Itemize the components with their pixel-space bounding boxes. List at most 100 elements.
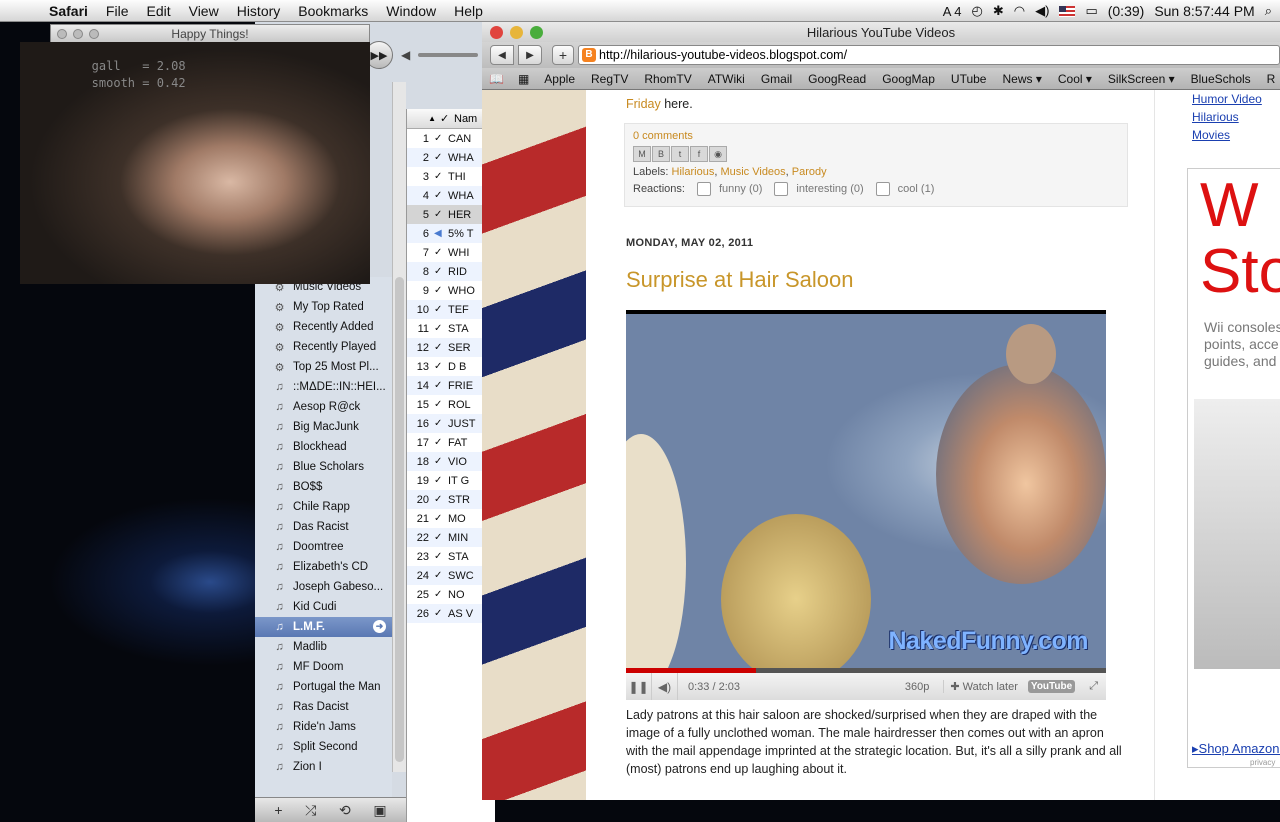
track-checkbox[interactable]: ✓ — [434, 190, 448, 201]
menu-window[interactable]: Window — [377, 3, 445, 19]
post-title[interactable]: Surprise at Hair Saloon — [626, 267, 1126, 293]
watch-later-button[interactable]: ✚ Watch later — [943, 680, 1018, 693]
facebook-share-icon[interactable]: f — [690, 146, 708, 162]
time-machine-icon[interactable]: ◴ — [972, 3, 983, 19]
bookmark-item[interactable]: Gmail — [753, 72, 800, 86]
sidebar-item[interactable]: ♫ Madlib — [255, 637, 392, 657]
bookmark-item[interactable]: RhomTV — [636, 72, 699, 86]
video-frame[interactable]: NakedFunny.com — [626, 314, 1106, 668]
privacy-link[interactable]: privacy — [1250, 758, 1275, 767]
volume-slider[interactable] — [418, 53, 479, 57]
menu-help[interactable]: Help — [445, 3, 492, 19]
sidebar-item[interactable]: ♫ Big MacJunk — [255, 417, 392, 437]
sidebar-item[interactable]: ♫ Blue Scholars — [255, 457, 392, 477]
hilarious-movies-link[interactable]: Hilarious Movies — [1192, 108, 1280, 144]
url-field[interactable]: B http://hilarious-youtube-videos.blogsp… — [578, 45, 1280, 65]
track-checkbox[interactable]: ✓ — [434, 456, 448, 467]
now-playing-speaker-icon[interactable]: ◀ — [434, 228, 448, 239]
menu-view[interactable]: View — [180, 3, 228, 19]
zoom-button[interactable] — [89, 29, 99, 39]
check-column-icon[interactable]: ✓ — [440, 112, 454, 125]
arrow-link-icon[interactable]: ➜ — [373, 620, 386, 633]
bookmark-item[interactable]: Apple — [536, 72, 583, 86]
track-checkbox[interactable]: ✓ — [434, 513, 448, 524]
bookmark-item[interactable]: SilkScreen ▾ — [1100, 72, 1183, 86]
reading-list-icon[interactable]: 📖 — [482, 72, 511, 86]
sidebar-item[interactable]: ♫ L.M.F. ➜ — [255, 617, 392, 637]
sidebar-item[interactable]: ♫ Aesop R@ck — [255, 397, 392, 417]
label-link[interactable]: Music Videos — [720, 166, 785, 178]
bookmark-item[interactable]: News ▾ — [994, 72, 1049, 86]
track-checkbox[interactable]: ✓ — [434, 342, 448, 353]
bookmark-item[interactable]: GoogMap — [874, 72, 943, 86]
friday-link[interactable]: Friday — [626, 97, 661, 111]
reaction-checkbox[interactable] — [774, 182, 789, 196]
spotlight-search-icon[interactable]: ⌕ — [1265, 3, 1272, 19]
volume-icon[interactable]: ◀) — [1035, 3, 1049, 19]
menu-history[interactable]: History — [228, 3, 290, 19]
artwork-toggle-icon[interactable]: ▣ — [373, 802, 386, 819]
track-checkbox[interactable]: ✓ — [434, 304, 448, 315]
add-bookmark-button[interactable]: + — [552, 45, 574, 65]
track-checkbox[interactable]: ✓ — [434, 266, 448, 277]
track-checkbox[interactable]: ✓ — [434, 152, 448, 163]
sidebar-item[interactable]: ⚙ Recently Played — [255, 337, 392, 357]
bookmark-item[interactable]: GoogRead — [800, 72, 874, 86]
sidebar-item[interactable]: ♫ Blockhead — [255, 437, 392, 457]
sidebar-item[interactable]: ♫ Portugal the Man — [255, 677, 392, 697]
sidebar-item[interactable]: ⚙ Top 25 Most Pl... — [255, 357, 392, 377]
bookmark-item[interactable]: Cool ▾ — [1050, 72, 1100, 86]
sidebar-item[interactable]: ♫ Chile Rapp — [255, 497, 392, 517]
track-checkbox[interactable]: ✓ — [434, 532, 448, 543]
menu-app[interactable]: Safari — [40, 3, 97, 19]
repeat-icon[interactable]: ⟲ — [339, 802, 351, 819]
buzz-share-icon[interactable]: ◉ — [709, 146, 727, 162]
youtube-player[interactable]: NakedFunny.com ❚❚ ◀) 0:33 / 2:03 360p ✚ … — [626, 310, 1106, 700]
bookmark-item[interactable]: ATWiki — [700, 72, 753, 86]
wifi-icon[interactable]: ◠ — [1014, 3, 1025, 19]
track-checkbox[interactable]: ✓ — [434, 418, 448, 429]
menu-edit[interactable]: Edit — [137, 3, 179, 19]
adobe-icon[interactable]: A 4 — [943, 4, 962, 19]
reaction-checkbox[interactable] — [696, 182, 711, 196]
sort-arrow-icon[interactable]: ▲ — [407, 114, 440, 123]
sidebar-item[interactable]: ♫::MΔDE::IN::HEI... — [255, 377, 392, 397]
track-checkbox[interactable]: ✓ — [434, 209, 448, 220]
zoom-button[interactable] — [530, 26, 543, 39]
track-checkbox[interactable]: ✓ — [434, 247, 448, 258]
sidebar-item[interactable]: ♫ BO$$ — [255, 477, 392, 497]
sidebar-item[interactable]: ⚙ My Top Rated — [255, 297, 392, 317]
sidebar-scrollbar[interactable] — [392, 82, 406, 772]
track-checkbox[interactable]: ✓ — [434, 475, 448, 486]
track-checkbox[interactable]: ✓ — [434, 589, 448, 600]
pause-button[interactable]: ❚❚ — [626, 673, 652, 700]
input-flag-icon[interactable] — [1059, 5, 1076, 17]
humor-video-link[interactable]: Humor Video — [1192, 90, 1280, 108]
track-checkbox[interactable]: ✓ — [434, 551, 448, 562]
bookmark-item[interactable]: UTube — [943, 72, 995, 86]
track-checkbox[interactable]: ✓ — [434, 437, 448, 448]
forward-button[interactable]: ▶ — [518, 45, 542, 65]
menu-file[interactable]: File — [97, 3, 138, 19]
label-link[interactable]: Parody — [792, 166, 827, 178]
top-sites-icon[interactable]: ▦ — [511, 72, 536, 86]
minimize-button[interactable] — [510, 26, 523, 39]
sidebar-item[interactable]: ♫ MF Doom — [255, 657, 392, 677]
volume-button[interactable]: ◀) — [652, 673, 678, 700]
sidebar-item[interactable]: ♫ Zion I — [255, 757, 392, 777]
sidebar-item[interactable]: ♫ Doomtree — [255, 537, 392, 557]
reaction-checkbox[interactable] — [875, 182, 890, 196]
bookmark-item[interactable]: R — [1259, 72, 1280, 86]
quality-button[interactable]: 360p — [905, 681, 929, 693]
track-checkbox[interactable]: ✓ — [434, 494, 448, 505]
track-checkbox[interactable]: ✓ — [434, 399, 448, 410]
track-checkbox[interactable]: ✓ — [434, 361, 448, 372]
minimize-button[interactable] — [73, 29, 83, 39]
fullscreen-icon[interactable]: ⤢ — [1089, 680, 1098, 693]
bookmark-item[interactable]: BlueSchols — [1183, 72, 1259, 86]
name-column-header[interactable]: Nam — [454, 113, 477, 125]
comments-link[interactable]: 0 comments — [633, 130, 693, 142]
sidebar-item[interactable]: ♫ Elizabeth's CD — [255, 557, 392, 577]
battery-time[interactable]: (0:39) — [1108, 3, 1145, 19]
sidebar-item[interactable]: ♫ Das Racist — [255, 517, 392, 537]
